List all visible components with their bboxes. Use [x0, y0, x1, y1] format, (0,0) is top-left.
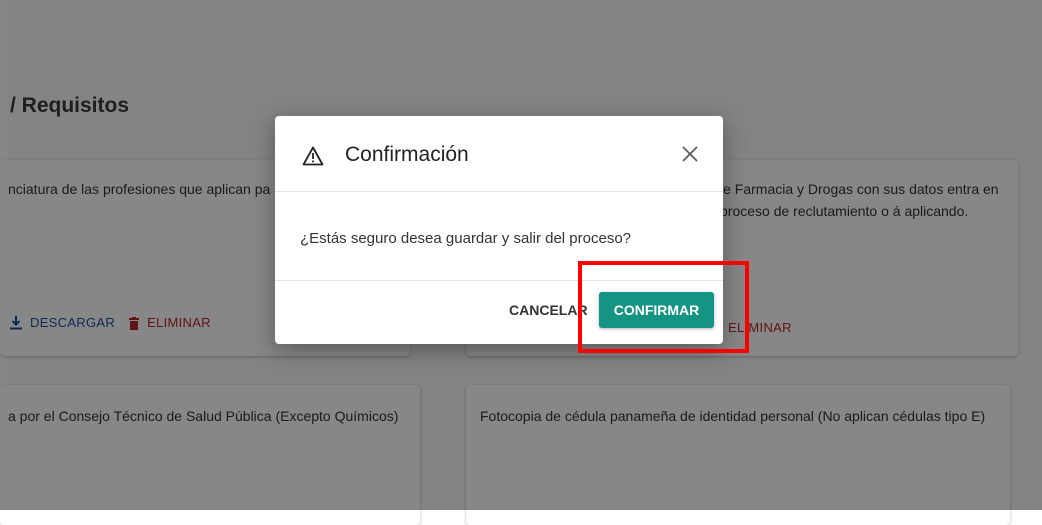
- dialog-title: Confirmación: [345, 143, 469, 166]
- dialog-header: Confirmación: [275, 116, 723, 192]
- close-icon[interactable]: [679, 143, 701, 165]
- confirmation-dialog: Confirmación ¿Estás seguro desea guardar…: [275, 116, 723, 344]
- cancel-button[interactable]: CANCELAR: [501, 292, 596, 328]
- warning-icon: [302, 146, 324, 166]
- dialog-footer: CANCELAR CONFIRMAR: [275, 281, 723, 344]
- dialog-body: ¿Estás seguro desea guardar y salir del …: [275, 192, 723, 281]
- confirm-button[interactable]: CONFIRMAR: [599, 292, 714, 328]
- dialog-message: ¿Estás seguro desea guardar y salir del …: [300, 230, 632, 247]
